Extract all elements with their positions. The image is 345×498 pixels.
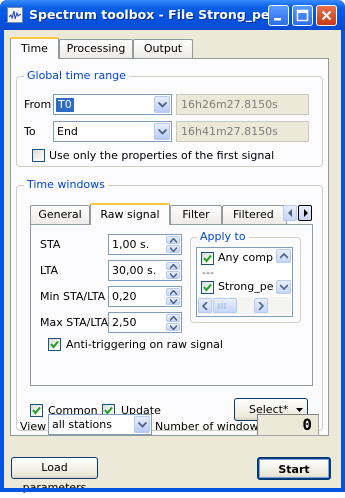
- start-label: Start: [278, 463, 310, 476]
- close-button[interactable]: [316, 5, 337, 26]
- spin-down-icon[interactable]: [166, 323, 180, 331]
- spin-down-icon[interactable]: [166, 297, 180, 305]
- spin-up-icon[interactable]: [166, 262, 180, 270]
- tab-filter[interactable]: Filter: [170, 205, 222, 225]
- chevron-down-icon: [296, 408, 303, 412]
- scroll-down-icon[interactable]: [276, 280, 291, 294]
- scroll-thumb[interactable]: [213, 298, 237, 313]
- strong-peak-checkbox[interactable]: [201, 281, 214, 294]
- to-time-value: 16h41m27.8150s: [181, 125, 278, 138]
- title-bar[interactable]: Spectrum toolbox - File Strong_peak: [0, 0, 345, 30]
- start-button[interactable]: Start: [257, 457, 331, 480]
- from-time-field: 16h26m27.8150s: [176, 94, 309, 115]
- tab-output[interactable]: Output: [133, 39, 193, 59]
- app-icon: [7, 7, 23, 23]
- anti-trigger-checkbox[interactable]: [48, 338, 61, 351]
- tab-filtered-signal-label: Filtered si: [233, 208, 274, 221]
- tab-filter-label: Filter: [182, 208, 210, 221]
- max-ratio-spinbox[interactable]: 2,50: [108, 312, 182, 333]
- min-ratio-spinbox[interactable]: 0,20: [108, 286, 182, 307]
- tab-time[interactable]: Time: [10, 37, 59, 59]
- windows-count-display: 0: [257, 414, 319, 436]
- scroll-right-icon[interactable]: [254, 298, 268, 313]
- tab-output-label: Output: [143, 42, 183, 55]
- max-ratio-label: Max STA/LTA: [40, 316, 109, 329]
- windows-count-label: Number of windows: [155, 420, 265, 433]
- maximize-button[interactable]: [292, 5, 313, 26]
- any-comp-checkbox[interactable]: [201, 252, 214, 265]
- sta-spinbox[interactable]: 1,00 s.: [108, 234, 182, 255]
- tab-scroll-left[interactable]: [283, 205, 297, 221]
- from-value: T0: [56, 98, 74, 112]
- to-label: To: [24, 125, 36, 138]
- tab-processing-label: Processing: [66, 42, 126, 55]
- tab-scroll-right[interactable]: [298, 205, 312, 221]
- scroll-left-icon[interactable]: [198, 298, 212, 313]
- list-item: Strong_pe: [218, 280, 273, 293]
- max-ratio-value: 2,50: [112, 316, 137, 329]
- view-value: all stations: [52, 418, 112, 431]
- tab-filtered-signal[interactable]: Filtered si: [222, 205, 287, 225]
- tab-general[interactable]: General: [30, 205, 90, 225]
- time-windows-label: Time windows: [24, 178, 108, 191]
- to-time-field: 16h41m27.8150s: [176, 121, 309, 142]
- window-frame-bottom: [0, 488, 345, 492]
- tab-time-label: Time: [21, 42, 48, 55]
- sta-value: 1,00 s.: [112, 238, 150, 251]
- window-client: Time Processing Output Global time range…: [4, 30, 341, 494]
- view-label: View: [20, 420, 47, 433]
- tab-processing[interactable]: Processing: [59, 39, 133, 59]
- chevron-down-icon[interactable]: [154, 96, 170, 113]
- tab-raw-signal-label: Raw signal: [100, 208, 160, 221]
- global-time-range-label: Global time range: [24, 69, 129, 82]
- from-time-value: 16h26m27.8150s: [181, 98, 278, 111]
- spin-up-icon[interactable]: [166, 314, 180, 322]
- view-select[interactable]: all stations: [48, 414, 152, 435]
- raw-signal-panel: STA 1,00 s. LTA 30,00 s. Min STA/LTA 0,2…: [30, 224, 313, 386]
- window-title: Spectrum toolbox - File Strong_peak: [29, 7, 287, 22]
- spin-up-icon[interactable]: [166, 236, 180, 244]
- from-select[interactable]: T0: [53, 94, 172, 115]
- from-label: From: [24, 98, 52, 111]
- windows-count-value: 0: [302, 415, 312, 434]
- chevron-down-icon[interactable]: [154, 123, 170, 140]
- sta-label: STA: [40, 238, 61, 251]
- time-tab-panel: Global time range From T0 16h26m27.8150s…: [10, 58, 329, 436]
- apply-to-label: Apply to: [197, 230, 249, 243]
- min-ratio-label: Min STA/LTA: [40, 290, 106, 303]
- spin-up-icon[interactable]: [166, 288, 180, 296]
- tab-general-label: General: [38, 208, 82, 221]
- first-signal-label: Use only the properties of the first sig…: [49, 149, 275, 162]
- scroll-up-icon[interactable]: [276, 249, 291, 263]
- tab-raw-signal[interactable]: Raw signal: [90, 203, 170, 225]
- common-checkbox[interactable]: [30, 404, 43, 417]
- to-select[interactable]: End: [53, 121, 172, 142]
- apply-to-list[interactable]: Any comp --- Strong_pe: [196, 247, 293, 317]
- spin-down-icon[interactable]: [166, 271, 180, 279]
- minimize-button[interactable]: [268, 5, 289, 26]
- spin-down-icon[interactable]: [166, 245, 180, 253]
- list-item: Any comp: [218, 251, 273, 264]
- chevron-down-icon[interactable]: [134, 416, 150, 433]
- to-value: End: [57, 125, 78, 138]
- lta-value: 30,00 s.: [112, 264, 157, 277]
- main-window: Spectrum toolbox - File Strong_peak Time…: [0, 0, 345, 494]
- anti-trigger-label: Anti-triggering on raw signal: [66, 338, 223, 351]
- first-signal-checkbox[interactable]: [32, 149, 45, 162]
- min-ratio-value: 0,20: [112, 290, 137, 303]
- lta-label: LTA: [40, 264, 59, 277]
- list-item: ---: [202, 266, 214, 279]
- load-parameters-button[interactable]: Load parameters: [11, 457, 98, 494]
- lta-spinbox[interactable]: 30,00 s.: [108, 260, 182, 281]
